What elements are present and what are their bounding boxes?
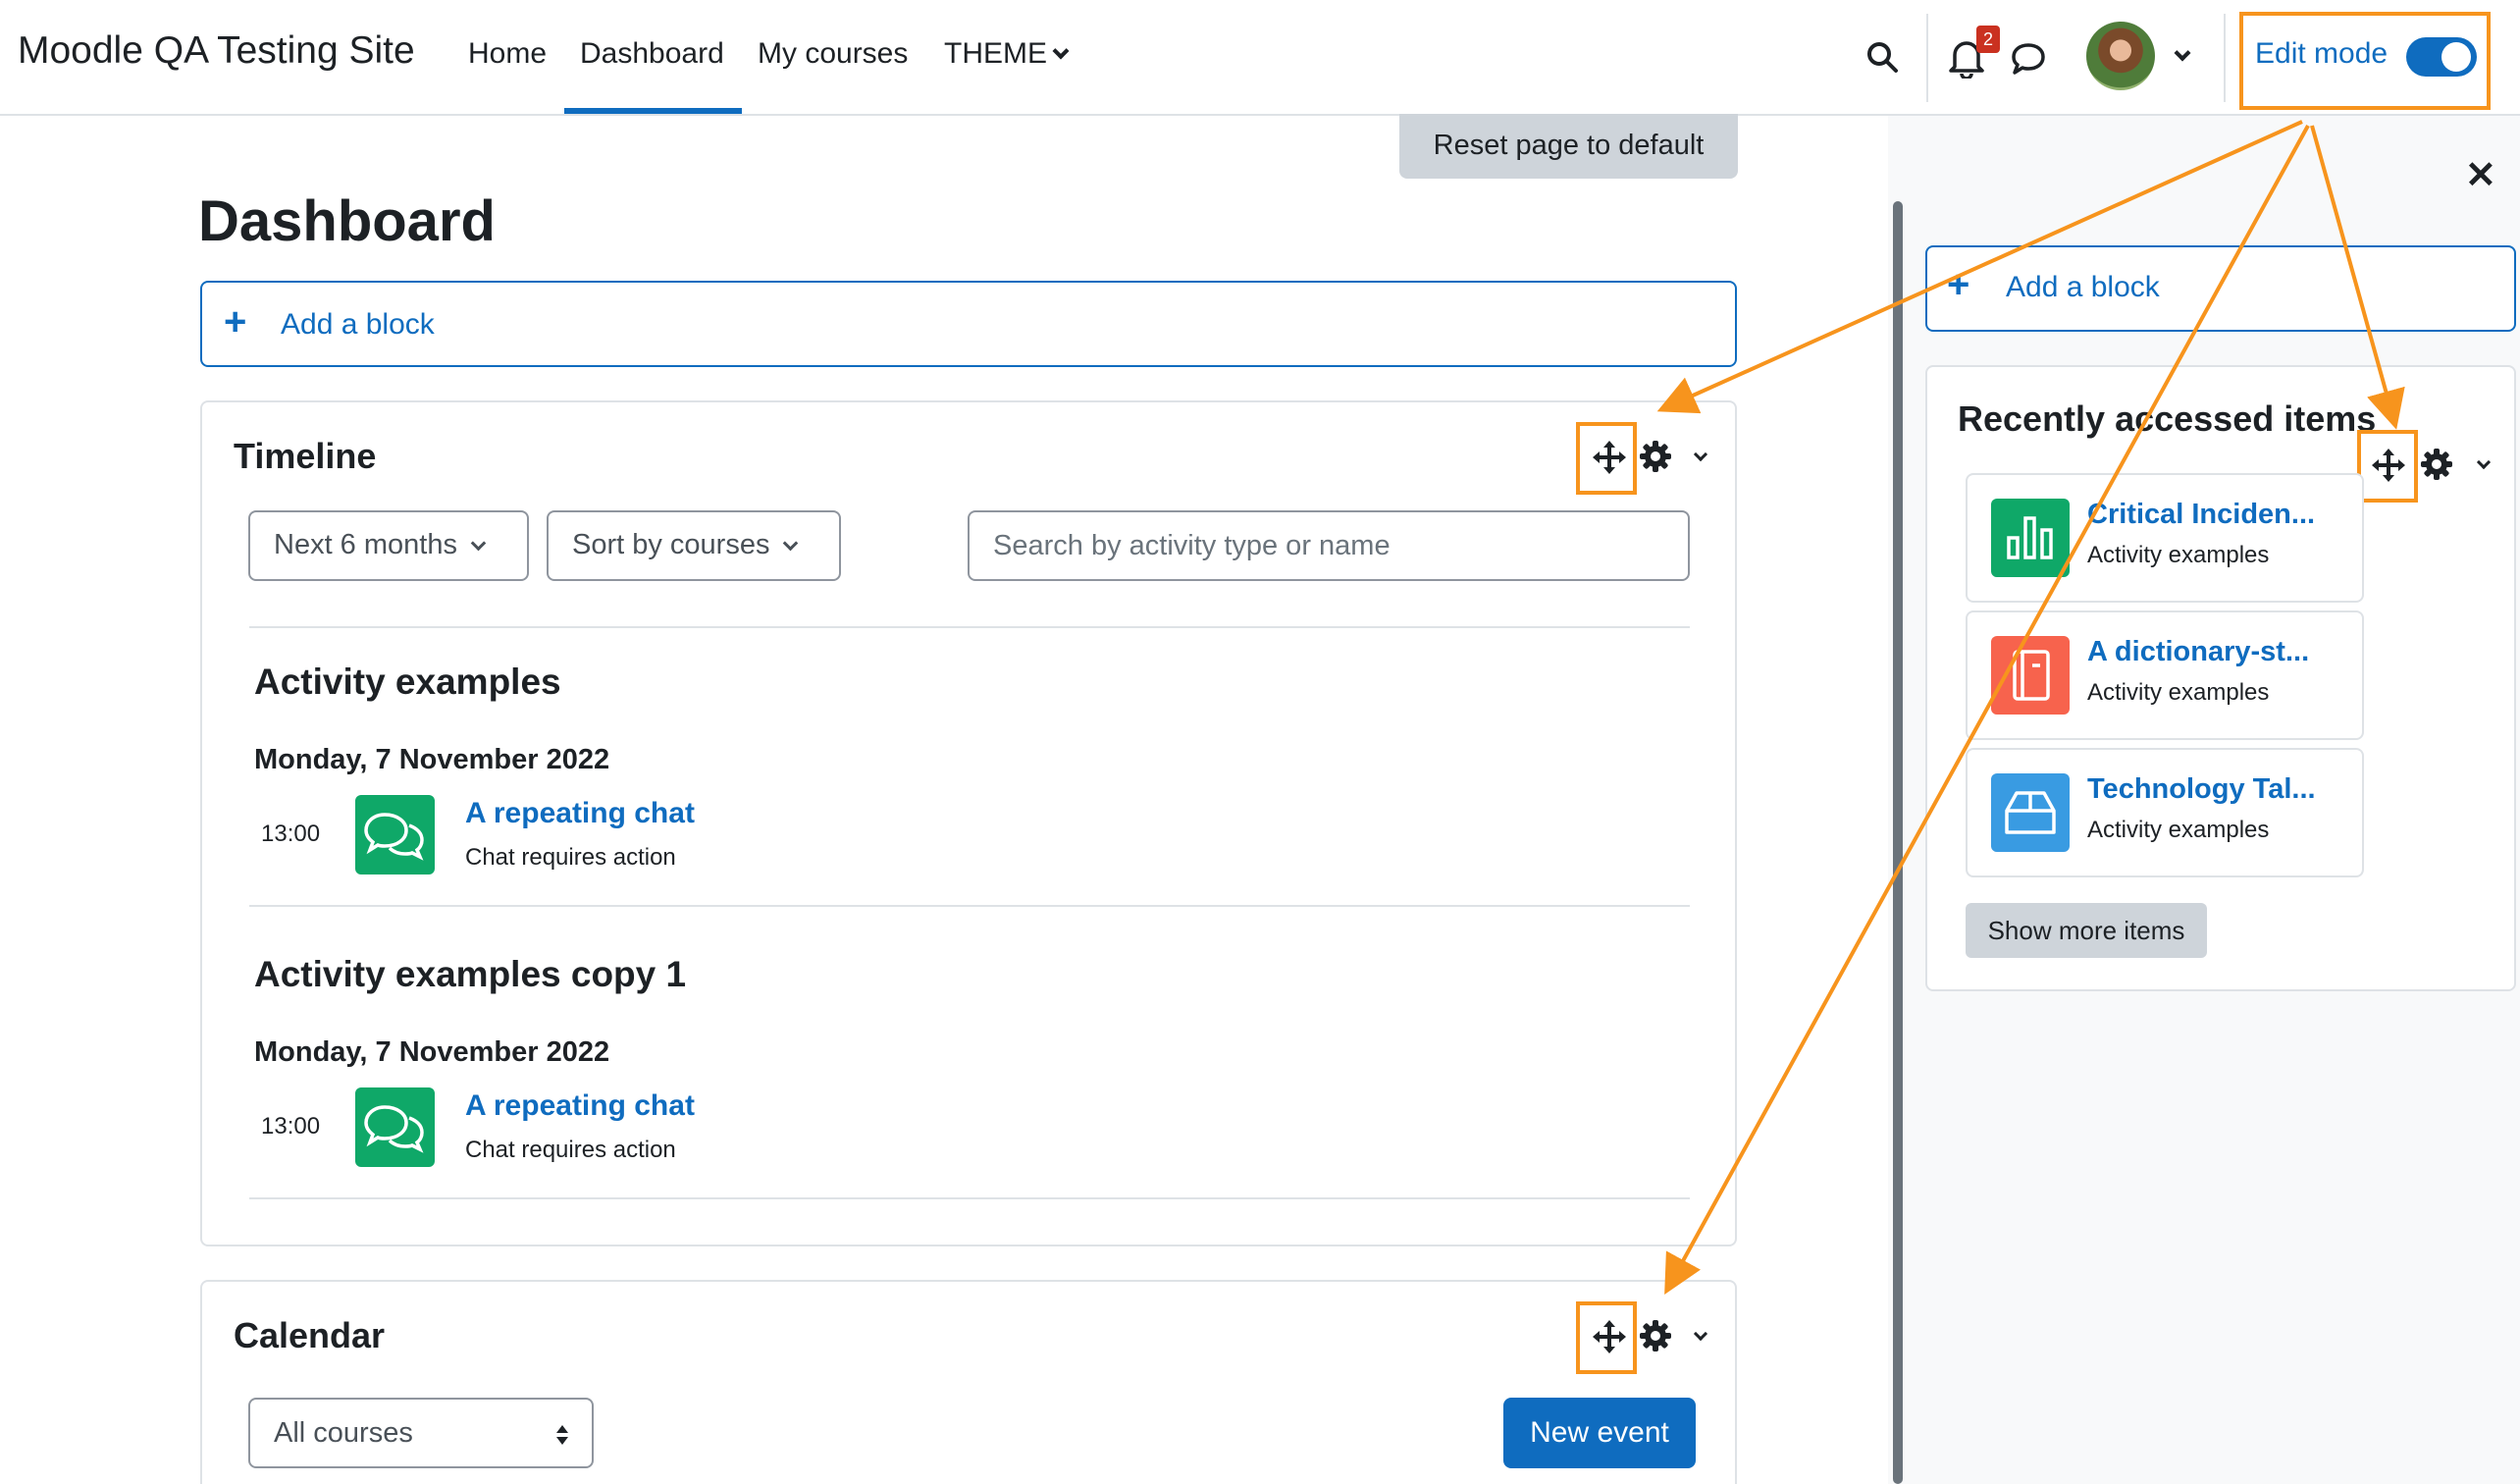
navbar-divider (2224, 14, 2226, 102)
nav-theme-label: THEME (944, 37, 1047, 70)
nav-dashboard[interactable]: Dashboard (580, 37, 724, 71)
recent-item-title[interactable]: Technology Tal... (2087, 773, 2316, 806)
notification-badge: 2 (1976, 26, 2000, 53)
calendar-course-select[interactable]: All courses (248, 1398, 594, 1468)
page-title: Dashboard (198, 189, 496, 253)
activity-status: Chat requires action (465, 1137, 676, 1163)
site-name[interactable]: Moodle QA Testing Site (18, 29, 415, 73)
show-more-button[interactable]: Show more items (1966, 903, 2207, 958)
nav-active-indicator (564, 108, 742, 114)
move-highlight (2357, 430, 2418, 503)
recent-item-title[interactable]: A dictionary-st... (2087, 636, 2309, 668)
new-event-button[interactable]: New event (1503, 1398, 1696, 1468)
navbar-divider (1926, 14, 1928, 102)
add-block-label: Add a block (2006, 271, 2160, 303)
close-icon[interactable]: ✕ (2465, 153, 2496, 197)
divider (249, 626, 1690, 628)
timeline-sort-value: Sort by courses (572, 529, 770, 560)
recent-item-course: Activity examples (2087, 542, 2270, 568)
drawer-add-block-button[interactable]: + Add a block (1925, 245, 2516, 332)
plus-icon: + (1947, 263, 1970, 306)
nav-theme-menu[interactable]: THEME (944, 37, 1070, 71)
activity-link[interactable]: A repeating chat (465, 1089, 695, 1123)
timeline-time: 13:00 (261, 1113, 321, 1140)
drawer-scrollbar[interactable] (1893, 201, 1903, 1484)
book-icon (1991, 636, 2070, 715)
gear-icon[interactable] (1639, 1319, 1672, 1352)
gear-icon[interactable] (1639, 440, 1672, 473)
reset-page-button[interactable]: Reset page to default (1399, 114, 1738, 179)
edit-mode-highlight (2239, 12, 2491, 110)
recent-item[interactable]: Critical Inciden... Activity examples (1966, 473, 2364, 603)
recent-item[interactable]: Technology Tal... Activity examples (1966, 748, 2364, 877)
timeline-date: Monday, 7 November 2022 (254, 1036, 610, 1068)
sort-icon (556, 1425, 568, 1445)
chevron-down-icon (1052, 42, 1070, 60)
timeline-course-name: Activity examples (254, 662, 561, 702)
box-icon (1991, 773, 2070, 852)
nav-my-courses[interactable]: My courses (758, 37, 908, 71)
chevron-down-icon[interactable] (2174, 44, 2191, 62)
activity-status: Chat requires action (465, 844, 676, 871)
timeline-course-name: Activity examples copy 1 (254, 954, 687, 994)
nav-home[interactable]: Home (468, 37, 547, 71)
timeline-time: 13:00 (261, 821, 321, 847)
timeline-date: Monday, 7 November 2022 (254, 744, 610, 775)
add-block-button[interactable]: + Add a block (200, 281, 1737, 367)
recent-item[interactable]: A dictionary-st... Activity examples (1966, 610, 2364, 740)
chat-icon (355, 795, 435, 874)
timeline-sort-select[interactable]: Sort by courses (547, 510, 841, 581)
plus-icon: + (224, 300, 247, 344)
recent-item-title[interactable]: Critical Inciden... (2087, 499, 2315, 531)
recently-accessed-title: Recently accessed items (1958, 398, 2377, 439)
feedback-icon (1991, 499, 2070, 577)
calendar-title: Calendar (234, 1315, 386, 1355)
add-block-label: Add a block (281, 308, 435, 341)
timeline-title: Timeline (234, 436, 377, 476)
chat-icon (355, 1087, 435, 1167)
recent-item-course: Activity examples (2087, 679, 2270, 706)
search-icon[interactable] (1864, 39, 1900, 75)
gear-icon[interactable] (2420, 448, 2453, 481)
calendar-course-value: All courses (274, 1417, 413, 1449)
move-highlight (1576, 422, 1637, 495)
user-avatar[interactable] (2086, 22, 2155, 90)
chevron-down-icon (783, 535, 799, 552)
recent-item-course: Activity examples (2087, 817, 2270, 843)
top-navbar: Moodle QA Testing Site Home Dashboard My… (0, 0, 2520, 116)
timeline-search-input[interactable]: Search by activity type or name (968, 510, 1690, 581)
divider (249, 905, 1690, 907)
activity-link[interactable]: A repeating chat (465, 797, 695, 830)
timeline-range-value: Next 6 months (274, 529, 457, 560)
divider (249, 1197, 1690, 1199)
move-highlight (1576, 1301, 1637, 1374)
messages-icon[interactable] (2010, 41, 2047, 77)
timeline-range-select[interactable]: Next 6 months (248, 510, 529, 581)
chevron-down-icon (470, 535, 487, 552)
